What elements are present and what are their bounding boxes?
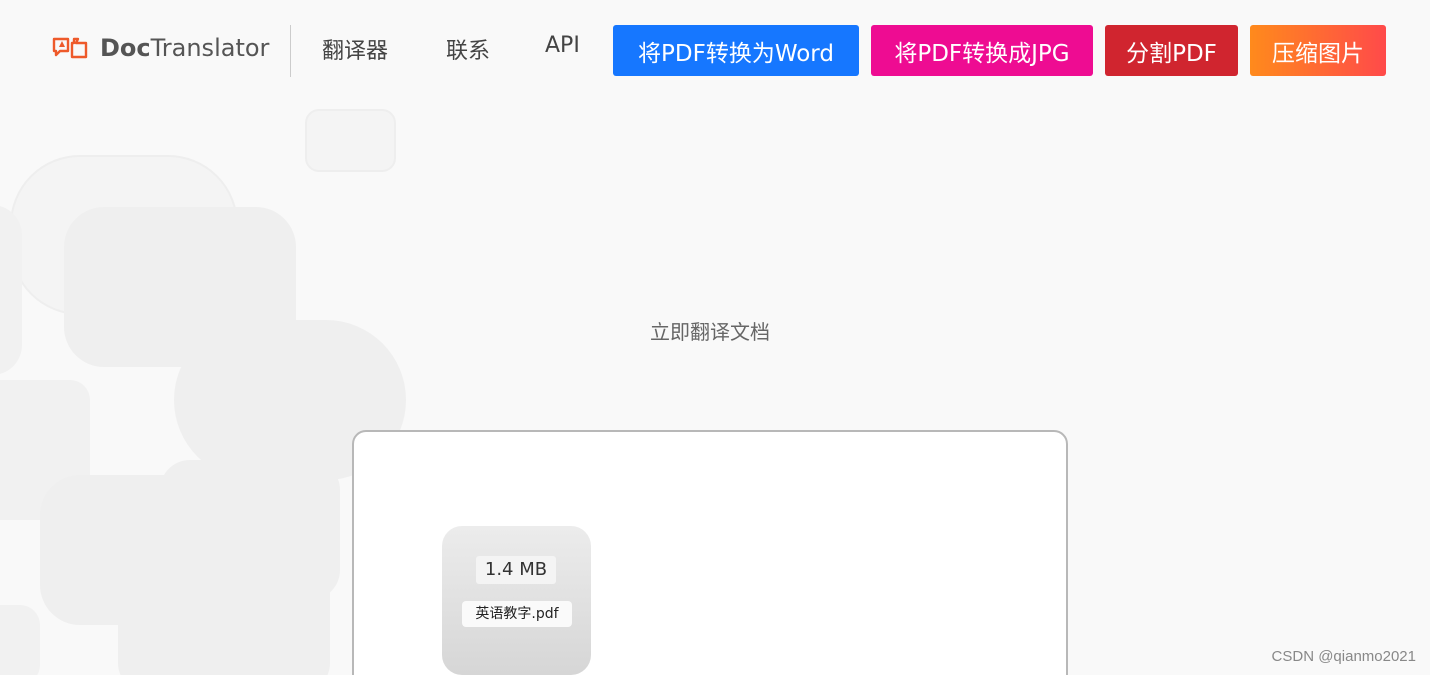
logo-text: DocTranslator: [100, 34, 270, 62]
file-size: 1.4 MB: [476, 556, 556, 584]
bubble-shape: [160, 460, 340, 600]
split-pdf-button[interactable]: 分割PDF: [1105, 25, 1238, 76]
header-divider: [290, 25, 291, 77]
nav-contact[interactable]: 联系: [446, 33, 490, 65]
pdf-to-word-button[interactable]: 将PDF转换为Word: [613, 25, 859, 76]
file-name: 英语教字.pdf: [462, 601, 572, 627]
logo-link[interactable]: DocTranslator: [52, 30, 269, 66]
bubble-shape: [10, 155, 238, 315]
bubble-shape: [305, 109, 396, 172]
bubble-shape: [118, 563, 330, 675]
bubble-shape: [0, 380, 90, 520]
pdf-to-jpg-button[interactable]: 将PDF转换成JPG: [871, 25, 1093, 76]
page-tagline: 立即翻译文档: [650, 320, 770, 344]
nav-api[interactable]: API: [545, 33, 580, 58]
nav-translator[interactable]: 翻译器: [322, 33, 388, 65]
upload-card[interactable]: 1.4 MB 英语教字.pdf: [352, 430, 1068, 675]
bubble-shape: [0, 605, 40, 675]
doctranslator-logo-icon: [52, 35, 90, 61]
site-header: DocTranslator 翻译器 联系 API 将PDF转换为Word 将PD…: [0, 0, 1430, 96]
watermark: CSDN @qianmo2021: [1271, 648, 1416, 665]
bubble-shape: [0, 205, 22, 375]
uploaded-file-tile[interactable]: 1.4 MB 英语教字.pdf: [442, 526, 591, 675]
compress-image-button[interactable]: 压缩图片: [1250, 25, 1386, 76]
bubble-shape: [40, 475, 266, 625]
